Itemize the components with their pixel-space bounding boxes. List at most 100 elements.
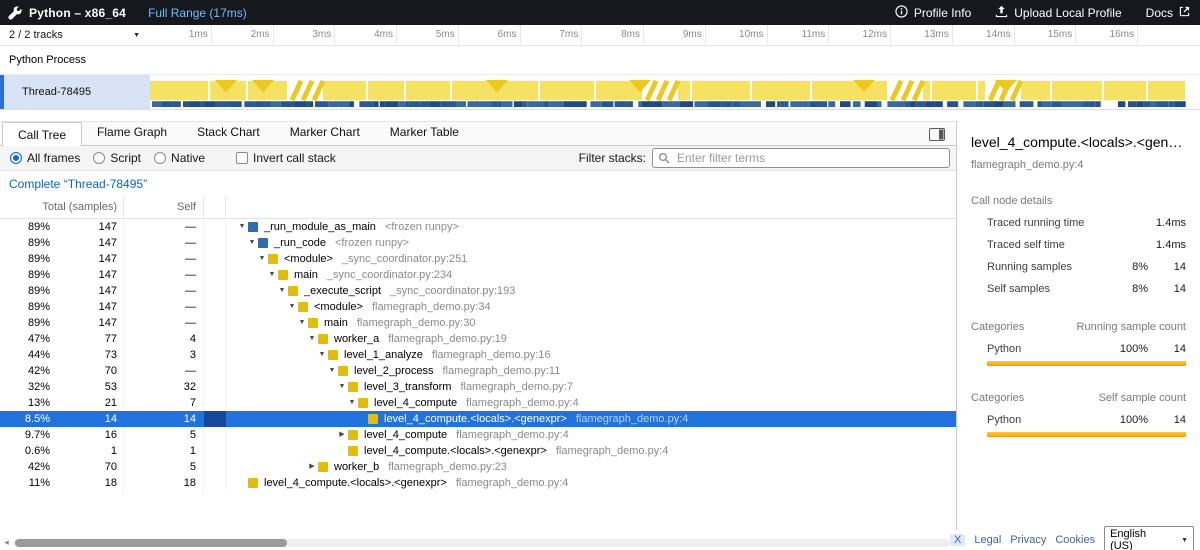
call-tree-row[interactable]: 89%147—▼mainflamegraph_demo.py:30: [0, 315, 956, 331]
category-icon: [248, 478, 258, 488]
call-tree-row[interactable]: 11%1818level_4_compute.<locals>.<genexpr…: [0, 475, 956, 491]
call-tree-row[interactable]: 42%705▶worker_bflamegraph_demo.py:23: [0, 459, 956, 475]
total-count: 70: [50, 363, 117, 379]
tab-marker-chart[interactable]: Marker Chart: [275, 121, 375, 145]
invert-call-stack-label[interactable]: Invert call stack: [253, 151, 336, 165]
column-header-total[interactable]: Total (samples): [0, 196, 124, 218]
expand-arrow-icon[interactable]: ▼: [266, 267, 278, 283]
total-percent: 11%: [0, 475, 50, 491]
stack-frame-cell: ▼_run_code<frozen runpy>: [226, 235, 956, 251]
category-icon: [288, 286, 298, 296]
total-percent: 89%: [0, 251, 50, 267]
language-select[interactable]: English (US) ▼: [1104, 526, 1194, 550]
filter-bar: All frames Script Native Invert call sta…: [0, 146, 956, 171]
expand-arrow-icon[interactable]: ▼: [236, 219, 248, 235]
tracks-count-dropdown[interactable]: 2 / 2 tracks ▼: [0, 25, 150, 45]
expand-arrow-icon[interactable]: ▼: [286, 299, 298, 315]
expand-arrow-icon[interactable]: ▼: [326, 363, 338, 379]
category-percent: 100%: [1120, 343, 1148, 355]
call-tree-row[interactable]: 89%147—▼_run_code<frozen runpy>: [0, 235, 956, 251]
detail-row: Traced running time1.4ms: [971, 217, 1186, 229]
thread-track[interactable]: Thread-78495: [0, 75, 1200, 110]
expand-arrow-icon[interactable]: ▼: [306, 331, 318, 347]
footer-link-x[interactable]: X: [950, 534, 965, 546]
thread-track-label[interactable]: Thread-78495: [4, 75, 150, 109]
call-tree-row[interactable]: 89%147—▼_execute_script_sync_coordinator…: [0, 283, 956, 299]
radio-native[interactable]: [154, 152, 166, 164]
expand-arrow-icon[interactable]: ▶: [336, 427, 348, 443]
categories-heading: CategoriesSelf sample count: [971, 392, 1186, 404]
stack-frame-cell: ▼<module>_sync_coordinator.py:251: [226, 251, 956, 267]
total-percent: 89%: [0, 299, 50, 315]
call-tree-row[interactable]: 44%733▼level_1_analyzeflamegraph_demo.py…: [0, 347, 956, 363]
track-activity-graph[interactable]: [150, 75, 1200, 109]
sidebar-toggle-button[interactable]: [929, 128, 945, 141]
file-location: flamegraph_demo.py:16: [432, 347, 551, 363]
radio-script[interactable]: [93, 152, 105, 164]
filter-stacks-input[interactable]: [652, 148, 950, 168]
process-group-header[interactable]: Python Process: [0, 46, 1200, 75]
category-strip: [204, 459, 226, 475]
invert-call-stack-checkbox[interactable]: [236, 152, 248, 164]
call-tree-row[interactable]: 0.6%11level_4_compute.<locals>.<genexpr>…: [0, 443, 956, 459]
call-tree-row[interactable]: 47%774▼worker_aflamegraph_demo.py:19: [0, 331, 956, 347]
tab-stack-chart[interactable]: Stack Chart: [182, 121, 275, 145]
file-location: flamegraph_demo.py:11: [443, 363, 561, 379]
expand-arrow-icon[interactable]: ▼: [256, 251, 268, 267]
radio-native-label[interactable]: Native: [171, 151, 205, 165]
call-tree-row[interactable]: 32%5332▼level_3_transformflamegraph_demo…: [0, 379, 956, 395]
tab-flame-graph[interactable]: Flame Graph: [82, 121, 182, 145]
header-actions: Profile Info Upload Local Profile Docs: [895, 5, 1190, 21]
full-range-link[interactable]: Full Range (17ms): [148, 6, 247, 20]
detail-value: 14: [1148, 261, 1186, 273]
function-name: _execute_script: [304, 283, 381, 299]
scrollbar-thumb[interactable]: [15, 539, 287, 547]
file-location: flamegraph_demo.py:7: [460, 379, 573, 395]
total-samples-cell: 8.5%14: [0, 411, 124, 427]
footer-link-cookies[interactable]: Cookies: [1055, 534, 1095, 546]
expand-arrow-icon[interactable]: ▼: [346, 395, 358, 411]
call-tree-row[interactable]: 89%147—▼main_sync_coordinator.py:234: [0, 267, 956, 283]
function-name: level_1_analyze: [344, 347, 423, 363]
call-tree-row[interactable]: 13%217▼level_4_computeflamegraph_demo.py…: [0, 395, 956, 411]
expand-arrow-icon[interactable]: ▼: [336, 379, 348, 395]
detail-percent: 8%: [1132, 283, 1148, 295]
expand-arrow-icon[interactable]: ▼: [316, 347, 328, 363]
app-header: Python – x86_64 Full Range (17ms) Profil…: [0, 0, 1200, 25]
stack-frame-cell: ▶level_4_computeflamegraph_demo.py:4: [226, 427, 956, 443]
radio-all-frames-label[interactable]: All frames: [27, 151, 80, 165]
self-samples-cell: 4: [124, 331, 204, 347]
expand-arrow-icon[interactable]: ▼: [276, 283, 288, 299]
expand-arrow-icon[interactable]: ▼: [246, 235, 258, 251]
call-tree-row[interactable]: 42%70—▼level_2_processflamegraph_demo.py…: [0, 363, 956, 379]
tab-call-tree[interactable]: Call Tree: [2, 122, 82, 146]
call-tree-row[interactable]: 8.5%1414level_4_compute.<locals>.<genexp…: [0, 411, 956, 427]
firefox-profiler-app: Python – x86_64 Full Range (17ms) Profil…: [0, 0, 1200, 550]
ruler-tick: 7ms: [521, 25, 583, 45]
footer-link-legal[interactable]: Legal: [974, 534, 1001, 546]
call-tree-row[interactable]: 9.7%165▶level_4_computeflamegraph_demo.p…: [0, 427, 956, 443]
docs-link[interactable]: Docs: [1146, 6, 1190, 20]
function-name: level_4_compute: [374, 395, 457, 411]
breadcrumb-root-link[interactable]: Complete “Thread-78495”: [9, 177, 147, 191]
docs-label: Docs: [1146, 6, 1173, 20]
radio-script-label[interactable]: Script: [110, 151, 141, 165]
expand-arrow-icon[interactable]: ▼: [296, 315, 308, 331]
self-samples-cell: 32: [124, 379, 204, 395]
expand-arrow-icon[interactable]: ▶: [306, 459, 318, 475]
self-samples-cell: 5: [124, 427, 204, 443]
call-tree-row[interactable]: 89%147—▼_run_module_as_main<frozen runpy…: [0, 219, 956, 235]
upload-profile-button[interactable]: Upload Local Profile: [995, 5, 1121, 21]
profile-info-button[interactable]: Profile Info: [895, 5, 971, 21]
call-tree-row[interactable]: 89%147—▼<module>flamegraph_demo.py:34: [0, 299, 956, 315]
footer-link-privacy[interactable]: Privacy: [1010, 534, 1046, 546]
category-icon: [348, 446, 358, 456]
column-header-self[interactable]: Self: [124, 196, 204, 218]
detail-row: Self samples8%14: [971, 283, 1186, 295]
radio-all-frames[interactable]: [10, 152, 22, 164]
call-tree-row[interactable]: 89%147—▼<module>_sync_coordinator.py:251: [0, 251, 956, 267]
tab-marker-table[interactable]: Marker Table: [375, 121, 474, 145]
footer: XLegalPrivacyCookies English (US) ▼: [950, 530, 1200, 550]
scrollbar-track[interactable]: [13, 539, 950, 547]
scroll-left-icon[interactable]: ◂: [0, 537, 13, 548]
